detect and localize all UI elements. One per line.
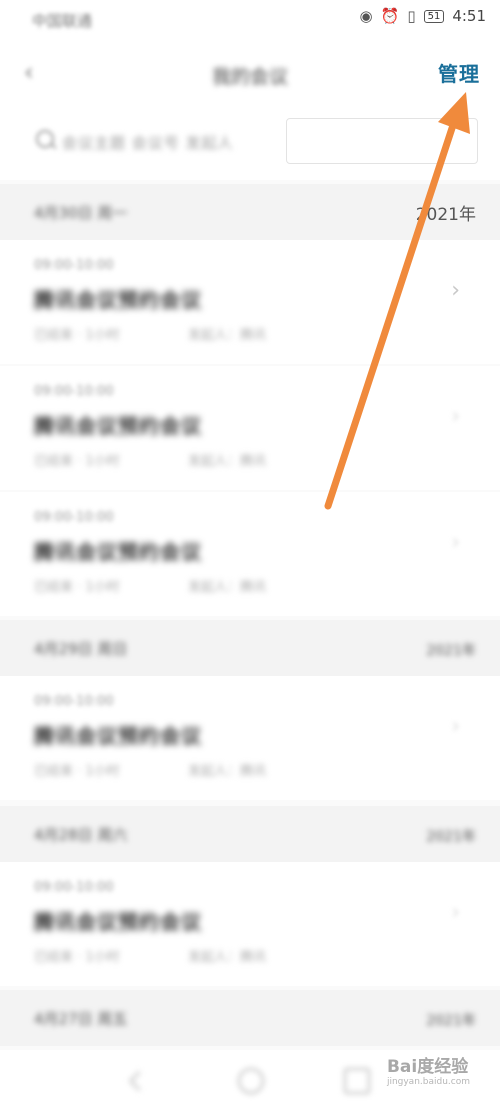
watermark-logo: Bai度经验 jingyan.baidu.com <box>387 1052 470 1087</box>
alarm-icon: ⏰ <box>380 7 400 25</box>
group-year: 2021年 <box>426 829 476 845</box>
meeting-item[interactable]: 09:00-10:00 腾讯会议预约会议 已结束 · 1小时 发起人：腾讯 › <box>0 862 500 986</box>
meeting-time: 09:00-10:00 <box>34 384 114 399</box>
meeting-item[interactable]: 09:00-10:00 腾讯会议预约会议 已结束 · 1小时 发起人：腾讯 › <box>0 240 500 364</box>
meeting-title: 腾讯会议预约会议 <box>34 414 202 438</box>
chevron-right-icon: › <box>451 530 460 555</box>
status-icons: ◉ ⏰ ▯ 51 4:51 <box>360 6 486 26</box>
meeting-time: 09:00-10:00 <box>34 510 114 525</box>
meeting-title: 腾讯会议预约会议 <box>34 910 202 934</box>
group-date: 4月28日 周六 <box>34 826 128 844</box>
search-icon <box>36 130 54 148</box>
nav-recents-icon[interactable] <box>344 1068 370 1094</box>
search-input[interactable] <box>286 118 478 164</box>
meetings-page: 中国联通 ◉ ⏰ ▯ 51 4:51 ‹ 我的会议 管理 会议主题 会议号 发起… <box>0 0 500 1111</box>
meeting-host: 发起人：腾讯 <box>188 764 267 779</box>
meeting-title: 腾讯会议预约会议 <box>34 540 202 564</box>
watermark-url: jingyan.baidu.com <box>386 1077 470 1087</box>
group-year: 2021年 <box>415 205 476 225</box>
group-year: 2021年 <box>426 643 476 659</box>
nav-home-icon[interactable] <box>238 1068 264 1094</box>
group-date: 4月27日 周五 <box>34 1010 128 1028</box>
meeting-status: 已结束 · 1小时 <box>34 764 120 779</box>
search-placeholder: 会议主题 会议号 发起人 <box>62 134 234 152</box>
meeting-host: 发起人：腾讯 <box>188 580 267 595</box>
meeting-time: 09:00-10:00 <box>34 694 114 709</box>
group-year: 2021年 <box>426 1013 476 1029</box>
chevron-right-icon: › <box>451 900 460 925</box>
meeting-status: 已结束 · 1小时 <box>34 328 120 343</box>
page-title: 我的会议 <box>211 66 288 88</box>
chevron-right-icon: › <box>451 278 460 303</box>
eye-icon: ◉ <box>359 7 373 25</box>
group-header: 4月30日 周一 2021年 <box>0 184 500 240</box>
battery-icon: 51 <box>423 9 445 23</box>
meeting-item[interactable]: 09:00-10:00 腾讯会议预约会议 已结束 · 1小时 发起人：腾讯 › <box>0 492 500 616</box>
watermark-brand: Bai度经验 <box>386 1057 469 1077</box>
clock: 4:51 <box>452 7 486 25</box>
group-header: 4月27日 周五 2021年 <box>0 990 500 1046</box>
vibrate-icon: ▯ <box>407 7 416 25</box>
chevron-right-icon: › <box>451 404 460 429</box>
group-header: 4月29日 周日 2021年 <box>0 620 500 676</box>
meeting-host: 发起人：腾讯 <box>188 950 267 965</box>
status-bar: 中国联通 ◉ ⏰ ▯ 51 4:51 <box>0 0 500 36</box>
meeting-item[interactable]: 09:00-10:00 腾讯会议预约会议 已结束 · 1小时 发起人：腾讯 › <box>0 676 500 800</box>
chevron-right-icon: › <box>451 714 460 739</box>
meeting-status: 已结束 · 1小时 <box>34 454 120 469</box>
manage-button[interactable]: 管理 <box>438 58 480 87</box>
nav-bar: ‹ 我的会议 管理 <box>0 36 500 104</box>
carrier-label: 中国联通 <box>32 12 93 30</box>
meeting-status: 已结束 · 1小时 <box>34 580 120 595</box>
search-row: 会议主题 会议号 发起人 <box>0 104 500 180</box>
meeting-title: 腾讯会议预约会议 <box>34 288 202 312</box>
meeting-item[interactable]: 09:00-10:00 腾讯会议预约会议 已结束 · 1小时 发起人：腾讯 › <box>0 366 500 490</box>
meeting-host: 发起人：腾讯 <box>188 328 267 343</box>
nav-back-icon[interactable] <box>129 1071 149 1091</box>
group-header: 4月28日 周六 2021年 <box>0 806 500 862</box>
meeting-status: 已结束 · 1小时 <box>34 950 120 965</box>
meeting-host: 发起人：腾讯 <box>188 454 267 469</box>
meeting-time: 09:00-10:00 <box>34 258 114 273</box>
group-date: 4月30日 周一 <box>34 204 128 222</box>
meeting-time: 09:00-10:00 <box>34 880 114 895</box>
group-date: 4月29日 周日 <box>34 640 128 658</box>
meeting-title: 腾讯会议预约会议 <box>34 724 202 748</box>
